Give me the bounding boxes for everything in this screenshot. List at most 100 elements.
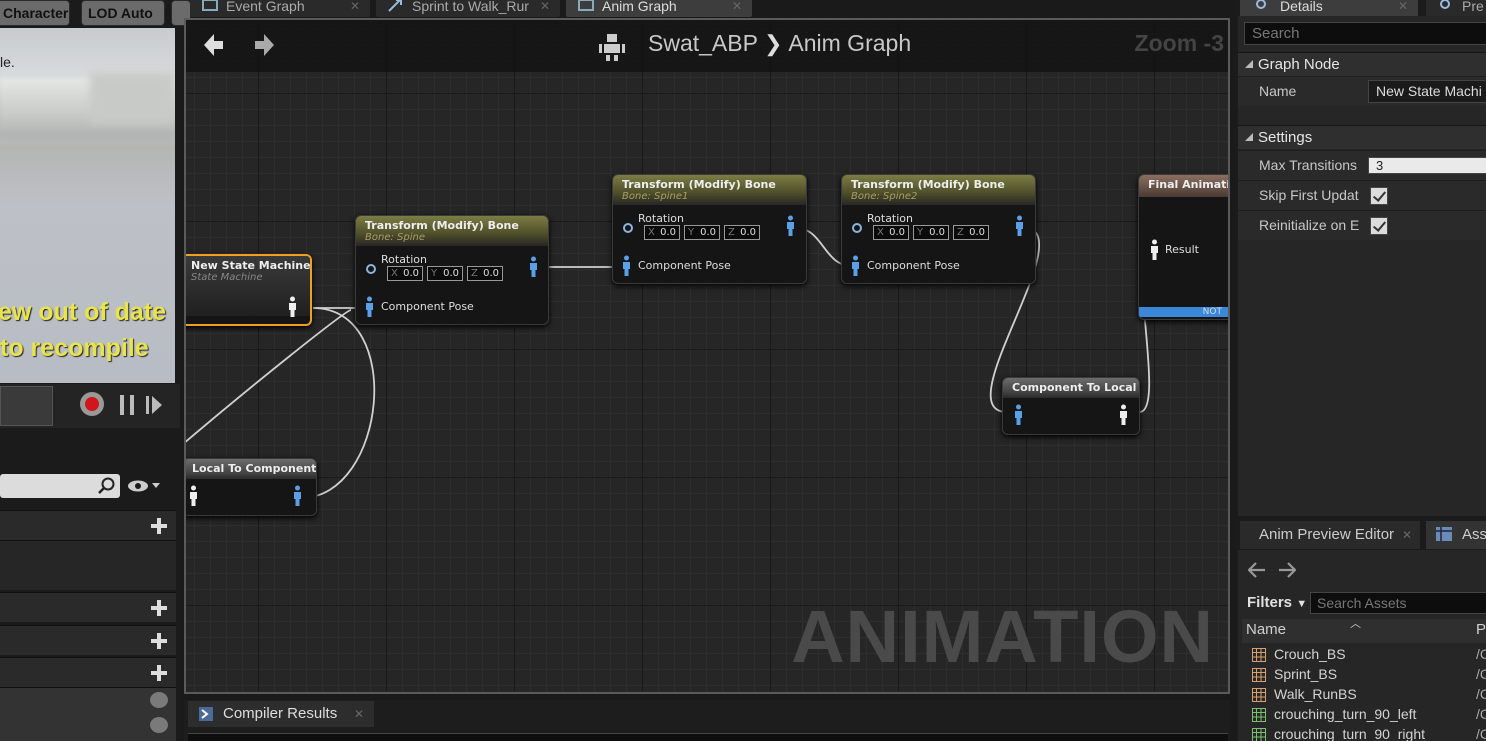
category-settings[interactable]: Settings bbox=[1238, 125, 1486, 149]
node-title: Transform (Modify) Bone bbox=[622, 178, 776, 191]
preview-viewport[interactable]: le. ew out of date to recompile bbox=[0, 28, 175, 383]
asset-name: crouching_turn_90_right bbox=[1274, 726, 1425, 741]
rotation-y-field[interactable]: Y 0.0 bbox=[684, 225, 720, 240]
pose-output-pin-icon[interactable] bbox=[529, 256, 538, 278]
node-local-to-component[interactable]: Local To Component bbox=[186, 458, 317, 516]
left-panel-row[interactable] bbox=[0, 510, 176, 540]
local-pose-output-pin-icon[interactable] bbox=[1119, 404, 1128, 426]
search-icon[interactable] bbox=[98, 477, 116, 495]
close-icon[interactable]: ✕ bbox=[732, 0, 742, 12]
close-icon[interactable]: ✕ bbox=[350, 0, 360, 12]
rotation-input-pin-icon[interactable] bbox=[366, 264, 376, 274]
column-name-header[interactable]: Name bbox=[1246, 621, 1286, 638]
column-path-header[interactable]: P bbox=[1476, 621, 1486, 638]
tab-transition[interactable]: Sprint to Walk_Rur ✕ bbox=[376, 0, 560, 17]
tab-anim-graph[interactable]: Anim Graph ✕ bbox=[566, 0, 752, 17]
reinitialize-checkbox[interactable] bbox=[1370, 217, 1388, 235]
tab-details[interactable]: Details ✕ bbox=[1240, 0, 1418, 17]
component-pose-input-pin-icon[interactable] bbox=[365, 296, 374, 318]
component-pose-input-pin-icon[interactable] bbox=[1014, 404, 1023, 426]
max-transitions-spinbox[interactable]: 3 bbox=[1368, 157, 1486, 174]
close-icon[interactable]: ✕ bbox=[354, 707, 364, 721]
rotation-z-field[interactable]: Z 0.0 bbox=[953, 225, 989, 240]
preview-character-button[interactable]: Character bbox=[0, 0, 70, 26]
rotation-x-field[interactable]: X 0.0 bbox=[387, 266, 423, 281]
rotation-vector-input: X 0.0 Y 0.0 Z 0.0 bbox=[387, 266, 503, 281]
node-state-machine[interactable]: New State Machine State Machine bbox=[186, 254, 312, 326]
asset-search-input[interactable]: Search Assets bbox=[1310, 592, 1486, 614]
collapse-toggle-icon[interactable] bbox=[150, 692, 168, 708]
filters-dropdown[interactable]: Filters ▼ bbox=[1247, 594, 1307, 611]
pose-output-pin-icon[interactable] bbox=[288, 296, 297, 318]
asset-list-item[interactable]: Walk_RunBS/C bbox=[1242, 685, 1486, 705]
left-panel-row[interactable] bbox=[0, 625, 176, 655]
add-icon[interactable] bbox=[150, 632, 168, 650]
rotation-y-field[interactable]: Y 0.0 bbox=[427, 266, 463, 281]
add-icon[interactable] bbox=[150, 599, 168, 617]
rotation-x-field[interactable]: X 0.0 bbox=[873, 225, 909, 240]
viewport-warning-line1: ew out of date bbox=[0, 298, 167, 326]
rotation-z-field[interactable]: Z 0.0 bbox=[467, 266, 503, 281]
details-search-input[interactable]: Search bbox=[1244, 22, 1486, 45]
add-icon[interactable] bbox=[150, 517, 168, 535]
component-pose-input-pin-icon[interactable] bbox=[851, 255, 860, 277]
name-field[interactable]: New State Machi bbox=[1368, 80, 1486, 103]
rotation-input-pin-icon[interactable] bbox=[623, 223, 633, 233]
component-pose-output-pin-icon[interactable] bbox=[293, 485, 302, 507]
close-icon[interactable]: ✕ bbox=[1402, 528, 1412, 542]
node-transform-modify-bone-spine[interactable]: Transform (Modify) Bone Bone: Spine Rota… bbox=[355, 215, 549, 325]
left-panel-row[interactable] bbox=[0, 592, 176, 622]
rotation-x-field[interactable]: X 0.0 bbox=[644, 225, 680, 240]
node-component-to-local[interactable]: Component To Local bbox=[1002, 377, 1140, 435]
collapse-toggle-icon[interactable] bbox=[150, 717, 168, 733]
local-pose-input-pin-icon[interactable] bbox=[189, 485, 198, 507]
category-graph-node[interactable]: Graph Node bbox=[1238, 52, 1486, 76]
timeline-field[interactable] bbox=[0, 386, 53, 426]
back-arrow-icon[interactable] bbox=[202, 32, 224, 58]
add-icon[interactable] bbox=[150, 664, 168, 682]
view-options-eye-icon[interactable] bbox=[127, 479, 163, 493]
left-panel-row[interactable] bbox=[0, 657, 176, 687]
asset-list-item[interactable]: crouching_turn_90_right/C bbox=[1242, 725, 1486, 741]
asset-name: crouching_turn_90_left bbox=[1274, 706, 1417, 722]
pose-output-pin-icon[interactable] bbox=[786, 215, 795, 237]
node-transform-modify-bone-spine1[interactable]: Transform (Modify) Bone Bone: Spine1 Rot… bbox=[612, 174, 807, 284]
rotation-y-field[interactable]: Y 0.0 bbox=[913, 225, 949, 240]
tab-event-graph[interactable]: Event Graph ✕ bbox=[190, 0, 370, 17]
tab-asset-browser[interactable]: Asse bbox=[1426, 521, 1486, 549]
rotation-vector-input: X 0.0 Y 0.0 Z 0.0 bbox=[644, 225, 760, 240]
record-button-icon[interactable] bbox=[80, 392, 104, 416]
node-subtitle: State Machine bbox=[191, 272, 263, 283]
asset-list-item[interactable]: Crouch_BS/C bbox=[1242, 645, 1486, 665]
lod-auto-button[interactable]: LOD Auto bbox=[81, 0, 165, 26]
axis-label: X bbox=[391, 268, 398, 279]
viewport-info-text: le. bbox=[0, 54, 15, 70]
close-icon[interactable]: ✕ bbox=[1398, 0, 1408, 12]
node-title: Component To Local bbox=[1012, 381, 1137, 394]
history-back-icon[interactable] bbox=[1248, 562, 1266, 578]
skip-first-update-checkbox[interactable] bbox=[1370, 187, 1388, 205]
history-forward-icon[interactable] bbox=[1278, 562, 1296, 578]
rotation-x-value: 0.0 bbox=[403, 268, 419, 279]
play-forward-icon[interactable] bbox=[146, 396, 162, 414]
asset-list-item[interactable]: Sprint_BS/C bbox=[1242, 665, 1486, 685]
asset-name: Walk_RunBS bbox=[1274, 686, 1357, 702]
component-pose-input-pin-icon[interactable] bbox=[622, 255, 631, 277]
tab-anim-preview-editor[interactable]: Anim Preview Editor ✕ bbox=[1240, 521, 1420, 549]
node-transform-modify-bone-spine2[interactable]: Transform (Modify) Bone Bone: Spine2 Rot… bbox=[841, 174, 1036, 284]
node-final-animation-pose[interactable]: Final Animation Result NOT bbox=[1138, 174, 1228, 320]
pose-output-pin-icon[interactable] bbox=[1015, 215, 1024, 237]
forward-arrow-icon[interactable] bbox=[254, 32, 276, 58]
rotation-input-pin-icon[interactable] bbox=[852, 223, 862, 233]
rotation-z-field[interactable]: Z 0.0 bbox=[724, 225, 760, 240]
tab-compiler-results[interactable]: Compiler Results ✕ bbox=[188, 701, 374, 727]
breadcrumb-root[interactable]: Swat_ABP bbox=[648, 30, 758, 56]
anim-graph-canvas[interactable]: New State Machine State Machine Transfor… bbox=[184, 18, 1230, 694]
node-subtitle: Bone: Spine bbox=[365, 232, 425, 243]
tab-preview-settings[interactable]: Pre bbox=[1426, 0, 1486, 17]
expand-triangle-icon bbox=[1245, 60, 1253, 68]
result-input-pin-icon[interactable] bbox=[1150, 239, 1159, 261]
close-icon[interactable]: ✕ bbox=[540, 0, 550, 12]
pause-icon[interactable] bbox=[120, 395, 134, 415]
asset-list-item[interactable]: crouching_turn_90_left/C bbox=[1242, 705, 1486, 725]
